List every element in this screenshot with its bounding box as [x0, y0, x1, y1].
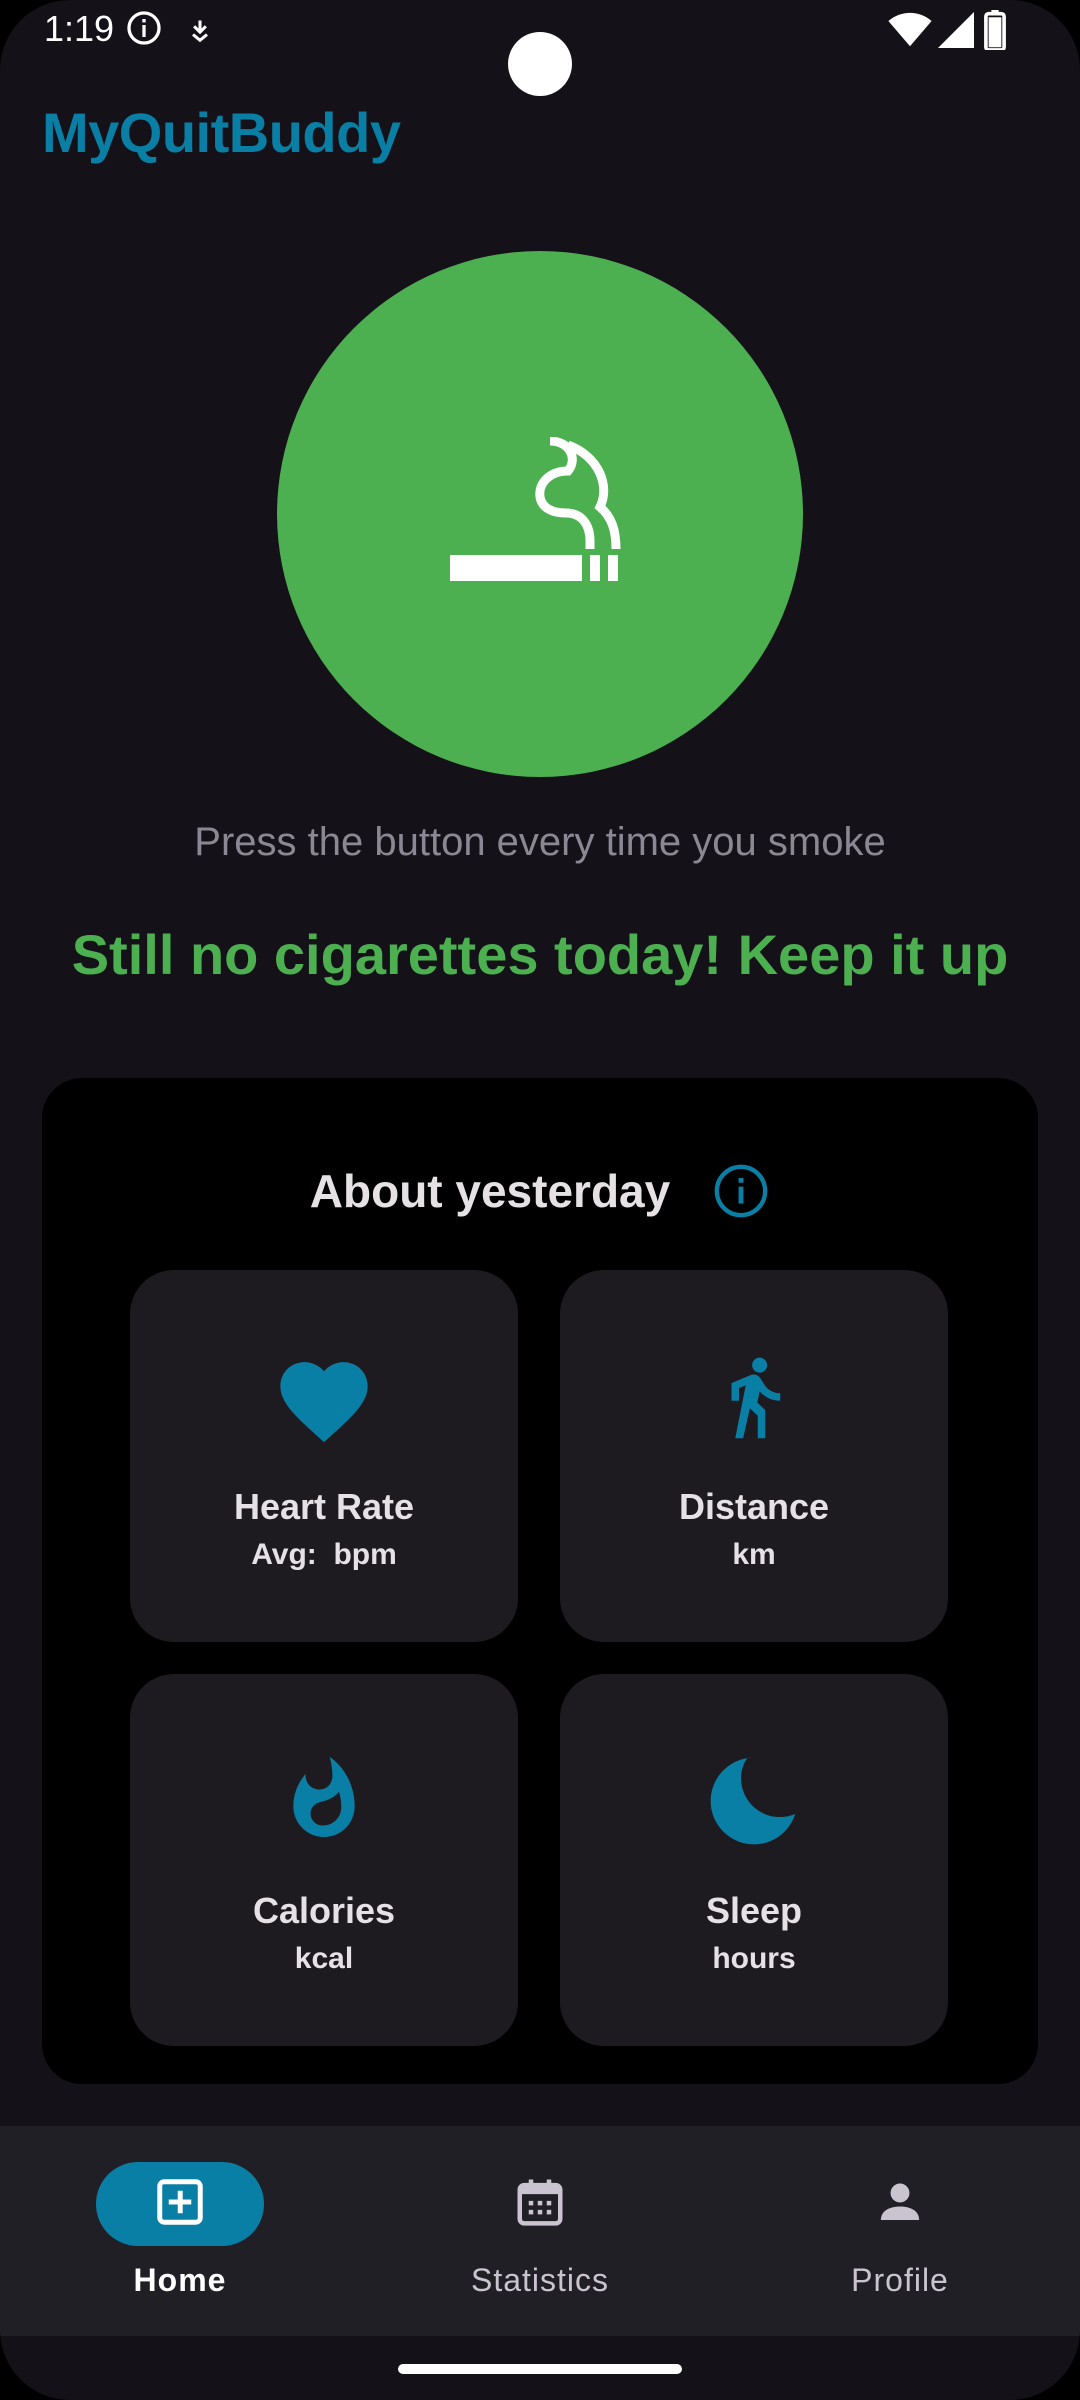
- card-subtitle: kcal: [294, 1942, 354, 1975]
- heart-icon: [130, 1342, 518, 1452]
- wifi-icon: [888, 12, 932, 53]
- bottom-navigation: Home Statistics Profile: [0, 2126, 1080, 2336]
- card-title: Calories: [252, 1890, 396, 1931]
- nav-item-home[interactable]: Home: [0, 2162, 360, 2312]
- heart-rate-card[interactable]: Heart Rate Avg: bpm: [130, 1270, 518, 1642]
- card-title: Distance: [678, 1486, 830, 1527]
- yesterday-panel: About yesterday Heart Rate Avg: bpm Dist…: [42, 1078, 1038, 2084]
- camera-cutout: [508, 32, 572, 96]
- smoke-log-button[interactable]: [277, 251, 803, 777]
- phone-screen: 1:19 MyQuitBuddy Press the button every …: [0, 0, 1080, 2400]
- smoke-hint-text: Press the button every time you smoke: [194, 820, 886, 864]
- nav-item-profile[interactable]: Profile: [720, 2162, 1080, 2312]
- walking-icon: [560, 1342, 948, 1452]
- signal-icon: [938, 12, 974, 53]
- smoking-icon: [450, 436, 630, 592]
- download-icon: [186, 16, 214, 51]
- nav-label: Statistics: [470, 2262, 610, 2298]
- card-subtitle: km: [732, 1538, 776, 1571]
- flame-icon: [130, 1746, 518, 1856]
- panel-title: About yesterday: [309, 1165, 671, 1217]
- person-icon: [873, 2175, 927, 2234]
- moon-icon: [560, 1746, 948, 1856]
- card-title: Heart Rate: [233, 1486, 415, 1527]
- add-box-icon: [153, 2175, 207, 2234]
- card-subtitle: Avg: bpm: [251, 1538, 397, 1571]
- card-subtitle: hours: [712, 1942, 796, 1975]
- distance-card[interactable]: Distance km: [560, 1270, 948, 1642]
- nav-pill: [96, 2162, 264, 2246]
- home-gesture-bar[interactable]: [398, 2364, 682, 2374]
- nav-label: Home: [133, 2262, 227, 2298]
- info-icon[interactable]: [712, 1162, 770, 1220]
- calories-card[interactable]: Calories kcal: [130, 1674, 518, 2046]
- nav-pill: [816, 2162, 984, 2246]
- status-time: 1:19: [44, 8, 115, 49]
- nav-item-statistics[interactable]: Statistics: [360, 2162, 720, 2312]
- nav-pill: [456, 2162, 624, 2246]
- status-message: Still no cigarettes today! Keep it up: [71, 923, 1009, 986]
- sleep-card[interactable]: Sleep hours: [560, 1674, 948, 2046]
- nav-label: Profile: [851, 2262, 949, 2298]
- battery-icon: [984, 10, 1006, 55]
- app-title: MyQuitBuddy: [42, 101, 401, 164]
- calendar-icon: [513, 2175, 567, 2234]
- card-title: Sleep: [705, 1890, 803, 1931]
- panel-header: About yesterday: [42, 1156, 1038, 1226]
- info-icon: [126, 10, 162, 51]
